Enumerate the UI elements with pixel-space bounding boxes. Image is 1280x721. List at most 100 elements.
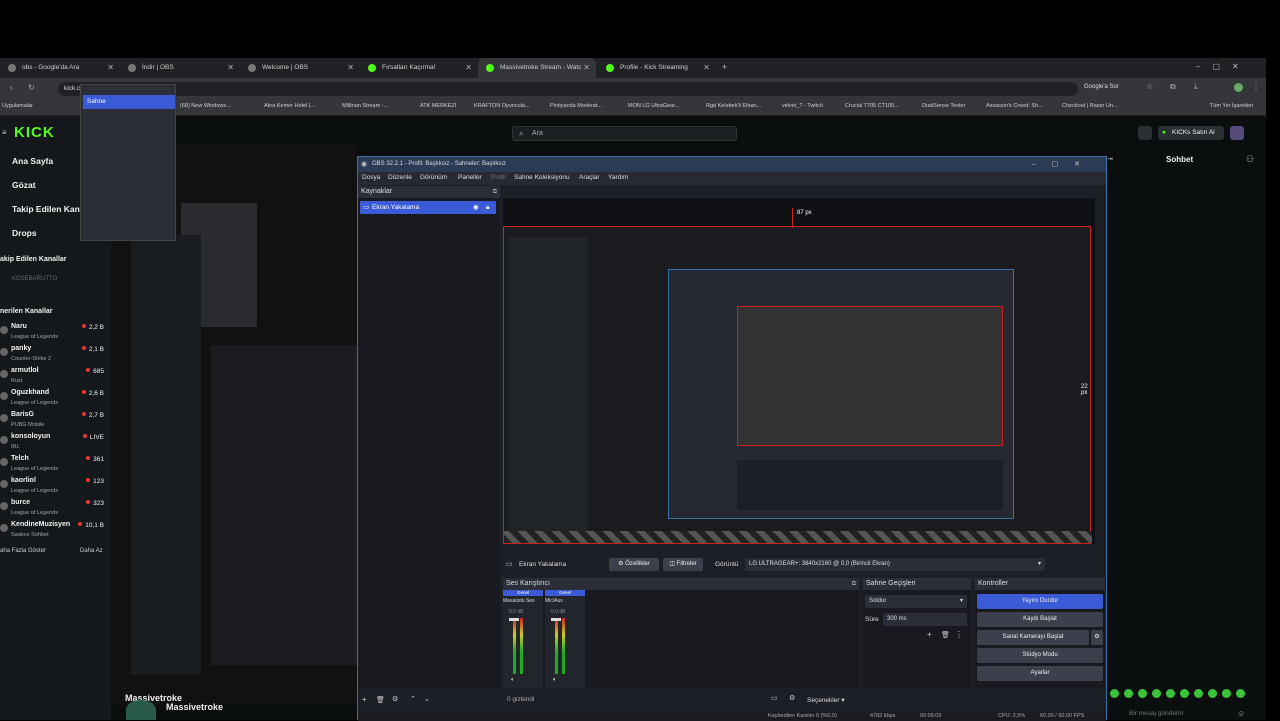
all-bookmarks[interactable]: Tüm Yer İşaretleri [1210, 103, 1253, 109]
menu-sahne-koleksiyonu[interactable]: Sahne Koleksiyonu [514, 174, 570, 181]
nav-browse[interactable]: Gözat [12, 180, 36, 190]
speaker-icon[interactable]: 🔈︎ [511, 677, 515, 684]
channel-item[interactable]: panky Counter-Strike 2 2,1 B [0, 345, 106, 367]
menu-profil[interactable]: Profil [491, 174, 506, 181]
bookmark-item[interactable]: MON LG UltraGear... [628, 103, 679, 109]
channel-item[interactable]: Naru League of Legends 2,2 B [0, 323, 106, 345]
bookmark-item[interactable]: Crucial T705 CT100... [845, 103, 899, 109]
menu-dosya[interactable]: Dosya [362, 174, 380, 181]
channel-item[interactable]: kaorliol League of Legends 123 [0, 477, 106, 499]
emote-icon[interactable] [1208, 689, 1217, 698]
start-record-button[interactable]: Kaydı Başlat [977, 612, 1103, 627]
bookmark-item[interactable]: DualSense Tester [922, 103, 965, 109]
trash-icon[interactable]: 🗑︎ [941, 631, 950, 639]
chat-users-icon[interactable]: ⚇ [1246, 154, 1254, 165]
channel-item[interactable]: armutlol Rust 685 [0, 367, 106, 389]
emoji-picker-icon[interactable]: ☺ [1237, 709, 1245, 718]
dock-undock-icon[interactable]: ⧉ [852, 578, 856, 590]
close-icon[interactable]: ✕ [703, 58, 710, 78]
add-icon[interactable]: + [362, 695, 367, 704]
volume-slider-handle[interactable] [509, 618, 519, 621]
emote-icon[interactable] [1180, 689, 1189, 698]
move-up-icon[interactable]: ⌃ [410, 695, 416, 703]
duration-input[interactable]: 300 ms [883, 613, 967, 626]
streamer-avatar[interactable] [126, 700, 156, 720]
tab-firsatlar[interactable]: Fırsatları Kaçırma! ✕ [360, 58, 478, 78]
eye-icon[interactable]: ◉ [473, 201, 479, 214]
menu-gorunum[interactable]: Görünüm [420, 174, 447, 181]
nav-drops[interactable]: Drops [12, 228, 37, 238]
speaker-icon[interactable]: 🔈︎ [553, 677, 557, 684]
channel-item[interactable]: BarisG PUBG Mobile 2,7 B [0, 411, 106, 433]
transition-select[interactable]: Soldur ▾ [865, 595, 967, 608]
sliders-icon[interactable]: ⚙ [789, 694, 795, 702]
emote-icon[interactable] [1124, 689, 1133, 698]
menu-duzenle[interactable]: Düzenle [388, 174, 412, 181]
show-more-link[interactable]: aha Fazla Göster [0, 548, 46, 554]
bookmark-item[interactable]: Assassin's Creed: Sh... [986, 103, 1043, 109]
display-select[interactable]: LG ULTRAGEAR+: 3840x2160 @ 0,0 (Birincil… [745, 558, 1045, 571]
dock-undock-icon[interactable]: ⧉ [493, 186, 497, 198]
channel-item[interactable]: burce League of Legends 323 [0, 499, 106, 521]
followed-channel[interactable]: KOSEBARUTTO [12, 276, 57, 282]
bookmark-item[interactable]: Rgd Kelebek'li Efsan... [706, 103, 761, 109]
user-avatar[interactable] [1230, 126, 1244, 140]
options-button[interactable]: Seçenekler ▾ [807, 696, 845, 704]
menu-yardim[interactable]: Yardım [608, 174, 628, 181]
emote-icon[interactable] [1152, 689, 1161, 698]
cards-icon[interactable] [1138, 126, 1152, 140]
emote-icon[interactable] [1222, 689, 1231, 698]
stop-stream-button[interactable]: Yayını Durdur [977, 594, 1103, 609]
filters-button[interactable]: ◫ Filtreler [663, 558, 703, 571]
studio-mode-button[interactable]: Stüdyo Modu [977, 648, 1103, 663]
preview-canvas[interactable]: 87 px 22 px [503, 198, 1095, 544]
reload-icon[interactable]: ↻ [28, 83, 35, 92]
back-icon[interactable]: ‹ [10, 83, 13, 92]
channel-item[interactable]: Telch League of Legends 361 [0, 455, 106, 477]
properties-button[interactable]: ⚙ Özellikler [609, 558, 659, 571]
bookmark-item[interactable]: KRAFTON Oyuncula... [474, 103, 530, 109]
streamer-name-main[interactable]: Massivetroke [166, 702, 223, 712]
nav-home[interactable]: Ana Sayfa [12, 156, 53, 166]
virtual-camera-button[interactable]: Sanal Kamerayı Başlat [977, 630, 1089, 645]
emote-icon[interactable] [1166, 689, 1175, 698]
tab-google-search[interactable]: obs - Google'da Ara ✕ [0, 58, 120, 78]
gear-icon[interactable]: ⚙ [1091, 630, 1103, 645]
settings-button[interactable]: Ayarlar [977, 666, 1103, 681]
bookmark-item[interactable]: Pintiyanda Moderat... [550, 103, 602, 109]
mixer-channel-name[interactable]: Masaüstü Ses [503, 598, 543, 604]
channel-item[interactable]: KendineMuzisyen Sadece Sohbet 10,1 B [0, 521, 106, 543]
new-tab-button[interactable]: + [722, 62, 727, 72]
menu-paneller[interactable]: Paneller [458, 174, 482, 181]
tab-obs-welcome[interactable]: Welcome | OBS ✕ [240, 58, 360, 78]
bookmark-item[interactable]: (68) New Windows... [180, 103, 231, 109]
bookmark-item[interactable]: Akra Kemer Hotel |... [264, 103, 315, 109]
chat-collapse-icon[interactable]: ⇥ [1107, 155, 1113, 163]
bookmark-item[interactable]: ATK MERKEZİ [420, 103, 456, 109]
menu-kebab-icon[interactable]: ⋮ [955, 630, 963, 639]
add-icon[interactable]: + [927, 630, 932, 639]
obs-window-controls[interactable]: –▢✕ [1032, 157, 1096, 172]
source-item[interactable]: ▭ Ekran Yakalama ◉ 🔒︎ [360, 201, 496, 214]
channel-item[interactable]: konsoloyun IRL LIVE [0, 433, 106, 455]
tab-kick-profile[interactable]: Profile - Kick Streaming ✕ [598, 58, 716, 78]
gear-icon[interactable]: ⚙ [392, 695, 398, 703]
trash-icon[interactable]: 🗑︎ [376, 696, 385, 704]
close-icon[interactable]: ✕ [465, 58, 472, 78]
dropdown-item-selected[interactable]: Sahne [83, 95, 175, 109]
bookmark-item[interactable]: velvet_? - Twitch [782, 103, 823, 109]
preview-source-bounds[interactable] [503, 226, 1092, 544]
window-controls[interactable]: –▢✕ [1196, 62, 1251, 71]
lock-icon[interactable]: 🔒︎ [486, 201, 489, 214]
bookmark-item[interactable]: Checkout | Razer Un... [1062, 103, 1118, 109]
channel-item[interactable]: Oguzkhand League of Legends 2,6 B [0, 389, 106, 411]
menu-kebab-icon[interactable]: ⋮ [1252, 82, 1260, 91]
menu-icon[interactable]: ≡ [2, 128, 7, 137]
google-ask-button[interactable]: Google'a Sor [1084, 84, 1119, 90]
url-field[interactable]: kick.c [58, 82, 1078, 96]
emote-icon[interactable] [1110, 689, 1119, 698]
extensions-icon[interactable]: ⧉ [1170, 82, 1176, 92]
emote-icon[interactable] [1138, 689, 1147, 698]
tab-obs-download[interactable]: İndir | OBS ✕ [120, 58, 240, 78]
search-input[interactable]: ⌕ Ara [512, 126, 737, 141]
